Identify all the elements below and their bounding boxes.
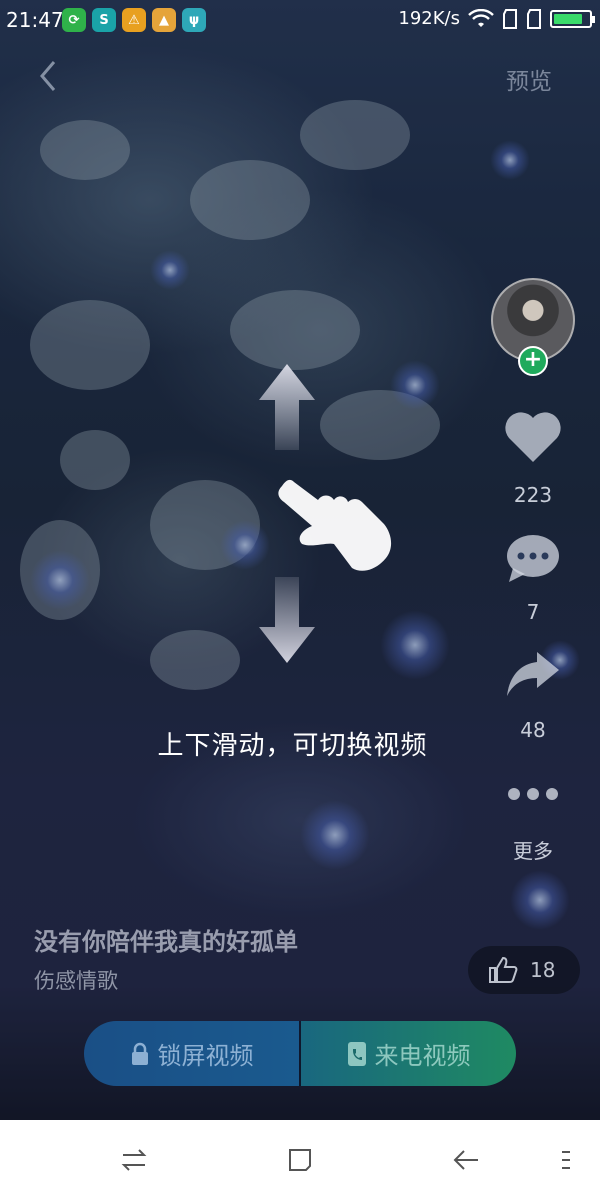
- comment-icon[interactable]: [505, 532, 561, 584]
- chevron-left-icon: [40, 61, 56, 91]
- gallery-icon: ▲: [152, 8, 176, 32]
- lock-screen-video-button[interactable]: 锁屏视频: [84, 1021, 299, 1086]
- battery-icon: [550, 9, 595, 28]
- share-icon[interactable]: [505, 650, 561, 698]
- arrow-down-icon: [259, 577, 315, 663]
- back-button[interactable]: [36, 58, 58, 103]
- thumbs-up-button[interactable]: 18: [468, 946, 580, 994]
- caller-video-label: 来电视频: [374, 1042, 471, 1070]
- switch-icon[interactable]: [120, 1146, 148, 1174]
- browser-icon: S: [92, 8, 116, 32]
- video-title: 没有你陪伴我真的好孤单: [34, 928, 298, 956]
- notification-icons: ⟳ S ⚠ ▲ ψ: [62, 8, 206, 32]
- network-speed: 192K/s: [398, 8, 460, 29]
- hand-pointer-icon: [278, 479, 392, 571]
- arrow-up-icon: [259, 364, 315, 450]
- more-icon[interactable]: [506, 785, 560, 803]
- video-category: 伤感情歌: [34, 969, 118, 993]
- status-bar: 21:47 ⟳ S ⚠ ▲ ψ 192K/s: [0, 0, 600, 40]
- warning-icon: ⚠: [122, 8, 146, 32]
- follow-button[interactable]: +: [518, 346, 548, 376]
- preview-button[interactable]: 预览: [506, 62, 552, 96]
- lock-screen-video-label: 锁屏视频: [157, 1042, 254, 1070]
- wifi-icon: [468, 8, 494, 27]
- thumbs-up-count: 18: [530, 958, 556, 982]
- more-label: 更多: [513, 839, 553, 863]
- like-count: 223: [513, 483, 553, 507]
- phone-card-icon: [347, 1041, 366, 1066]
- heart-icon[interactable]: [503, 410, 563, 464]
- set-video-buttons: 锁屏视频 来电视频: [84, 1021, 516, 1086]
- swipe-hint-text: 上下滑动，可切换视频: [157, 731, 428, 761]
- comment-count: 7: [526, 600, 540, 624]
- caller-video-button[interactable]: 来电视频: [301, 1021, 516, 1086]
- lock-icon: [131, 1042, 148, 1065]
- thumbs-up-icon: [489, 956, 518, 983]
- menu-icon[interactable]: [560, 1146, 572, 1174]
- status-time: 21:47: [6, 8, 64, 32]
- usb-icon: ψ: [182, 8, 206, 32]
- refresh-icon: ⟳: [62, 8, 86, 32]
- sim-icon: [503, 8, 517, 29]
- sim2-icon: [527, 8, 541, 29]
- back-icon[interactable]: [452, 1146, 480, 1174]
- home-icon[interactable]: [286, 1146, 314, 1174]
- navigation-bar: [0, 1120, 600, 1200]
